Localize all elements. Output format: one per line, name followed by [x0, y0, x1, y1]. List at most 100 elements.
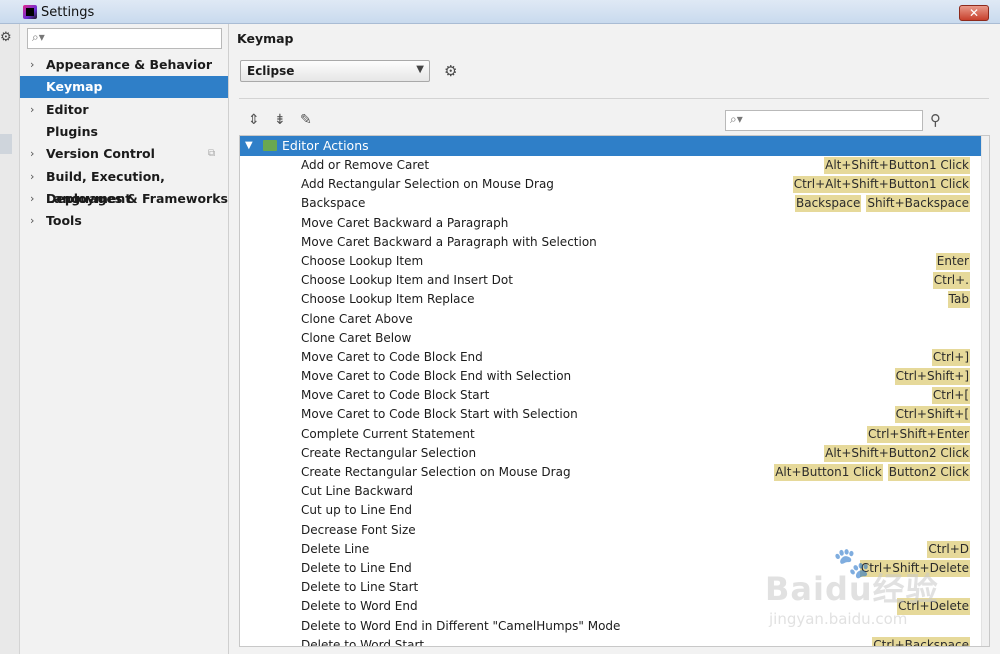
action-name: Complete Current Statement	[301, 426, 475, 441]
expand-all-icon[interactable]: ⇕	[248, 112, 260, 128]
tree-group-label: Editor Actions	[282, 138, 369, 153]
sidebar-item-version-control[interactable]: › Version Control ⧉	[20, 143, 228, 165]
action-name: Clone Caret Above	[301, 311, 413, 326]
action-name: Delete to Word End	[301, 599, 418, 614]
edit-pencil-icon[interactable]: ✎	[300, 112, 312, 128]
shortcut-list: Ctrl+[	[931, 387, 970, 405]
shortcut-badge: Ctrl+.	[932, 272, 970, 290]
action-name: Move Caret Backward a Paragraph	[301, 215, 509, 230]
find-by-shortcut-icon[interactable]: ⚲	[930, 111, 941, 129]
action-name: Delete to Word End in Different "CamelHu…	[301, 618, 621, 633]
action-name: Create Rectangular Selection on Mouse Dr…	[301, 465, 571, 479]
shortcut-list: Ctrl+Shift+Enter	[867, 425, 970, 443]
action-row[interactable]: Choose Lookup Item Enter	[240, 252, 981, 271]
search-icon: ⌕▾	[730, 112, 743, 126]
action-name: Move Caret to Code Block End	[301, 349, 483, 364]
settings-search-input[interactable]: ⌕▾	[27, 28, 222, 49]
shortcut-badge: Tab	[947, 291, 970, 309]
background-selection	[0, 134, 12, 154]
window-title: Settings	[41, 5, 95, 20]
shortcut-list: Alt+Shift+Button2 Click	[824, 444, 970, 462]
shortcut-badge: Ctrl+Shift+[	[894, 406, 970, 424]
shortcut-badge: Alt+Shift+Button2 Click	[824, 444, 970, 462]
action-name: Cut Line Backward	[301, 484, 413, 499]
action-row[interactable]: Cut Line Backward	[240, 482, 981, 501]
action-row[interactable]: Create Rectangular Selection on Mouse Dr…	[240, 463, 981, 482]
action-row[interactable]: Add Rectangular Selection on Mouse Drag C…	[240, 175, 981, 194]
action-row[interactable]: Create Rectangular Selection Alt+Shift+Bu…	[240, 444, 981, 463]
sidebar-item-label: Plugins	[46, 123, 98, 139]
action-row[interactable]: Cut up to Line End	[240, 501, 981, 520]
action-row[interactable]: Move Caret Backward a Paragraph	[240, 214, 981, 233]
collapse-all-icon[interactable]: ⇟	[274, 112, 286, 128]
shortcut-badge: Alt+Shift+Button1 Click	[824, 157, 970, 174]
sidebar-item-label: Tools	[46, 213, 82, 229]
action-row[interactable]: Delete to Word Start Ctrl+Backspace	[240, 636, 981, 646]
scheme-settings-gear-icon[interactable]: ⚙	[444, 62, 457, 80]
action-row[interactable]: Decrease Font Size	[240, 521, 981, 540]
shortcut-badge: Ctrl+Shift+Enter	[867, 425, 970, 443]
sidebar-item-build-execution-deployment[interactable]: › Build, Execution, Deployment	[20, 166, 228, 206]
action-row[interactable]: Move Caret to Code Block End Ctrl+]	[240, 348, 981, 367]
sidebar-item-languages-frameworks[interactable]: › Languages & Frameworks	[20, 188, 228, 210]
shortcut-list: Ctrl+Shift+[	[894, 406, 970, 424]
action-row[interactable]: Move Caret to Code Block Start Ctrl+[	[240, 386, 981, 405]
action-name: Create Rectangular Selection	[301, 445, 477, 460]
sidebar-item-label: Editor	[46, 101, 89, 117]
action-row[interactable]: Choose Lookup Item and Insert Dot Ctrl+.	[240, 271, 981, 290]
shortcut-badge: Ctrl+Alt+Shift+Button1 Click	[792, 176, 970, 194]
action-name: Delete to Line End	[301, 560, 412, 575]
action-name: Choose Lookup Item	[301, 253, 424, 268]
action-row[interactable]: Move Caret Backward a Paragraph with Sel…	[240, 233, 981, 252]
action-name: Choose Lookup Item Replace	[301, 292, 475, 307]
action-row[interactable]: Clone Caret Below	[240, 329, 981, 348]
title-bar: Settings ✕	[0, 0, 1000, 24]
close-button[interactable]: ✕	[959, 5, 989, 21]
watermark-sub: jingyan.baidu.com	[769, 610, 908, 628]
tree-group-editor-actions[interactable]: ▼ Editor Actions	[240, 136, 981, 156]
shortcut-badge: Enter	[935, 252, 970, 270]
action-name: Choose Lookup Item and Insert Dot	[301, 273, 513, 288]
chevron-right-icon[interactable]: ›	[30, 188, 34, 210]
chevron-down-icon[interactable]: ▼	[245, 136, 253, 156]
action-row[interactable]: Clone Caret Above	[240, 310, 981, 329]
chevron-right-icon[interactable]: ›	[30, 166, 34, 188]
sidebar-item-editor[interactable]: › Editor	[20, 99, 228, 121]
chevron-right-icon[interactable]: ›	[30, 54, 34, 76]
shortcut-badge: Alt+Button1 Click	[774, 464, 883, 481]
sidebar-item-label: Appearance & Behavior	[46, 57, 212, 72]
chevron-right-icon[interactable]: ›	[30, 210, 34, 232]
gear-icon: ⚙	[0, 30, 12, 45]
action-row[interactable]: Choose Lookup Item Replace Tab	[240, 290, 981, 309]
shortcut-badge: Button2 Click	[887, 464, 970, 481]
settings-sidebar: ⌕▾ › Appearance & Behavior Keymap › Editor Pl…	[20, 24, 229, 654]
action-name: Backspace	[301, 196, 366, 211]
sidebar-item-plugins[interactable]: Plugins	[20, 121, 228, 143]
shortcut-badge: Ctrl+]	[931, 348, 970, 366]
chevron-down-icon: ▼	[416, 64, 424, 75]
action-name: Move Caret to Code Block Start	[301, 388, 490, 403]
project-level-icon: ⧉	[208, 148, 216, 160]
action-row[interactable]: Move Caret to Code Block End with Select…	[240, 367, 981, 386]
sidebar-item-tools[interactable]: › Tools	[20, 210, 228, 232]
shortcut-list: Tab	[947, 291, 970, 309]
action-row[interactable]: Add or Remove Caret Alt+Shift+Button1 Cli…	[240, 156, 981, 175]
shortcut-list: Ctrl+Shift+]	[894, 368, 970, 386]
background-window-strip: ⚙	[0, 24, 20, 654]
chevron-right-icon[interactable]: ›	[30, 99, 34, 121]
chevron-right-icon[interactable]: ›	[30, 143, 34, 165]
search-icon: ⌕▾	[32, 30, 45, 44]
action-row[interactable]: Complete Current Statement Ctrl+Shift+Ent…	[240, 425, 981, 444]
action-row[interactable]: Backspace Backspace Shift+Backspace	[240, 194, 981, 213]
page-title: Keymap	[237, 31, 294, 46]
action-name: Decrease Font Size	[301, 522, 416, 537]
keymap-scheme-value: Eclipse	[247, 64, 295, 78]
sidebar-item-keymap[interactable]: Keymap	[20, 76, 228, 99]
sidebar-item-appearance-behavior[interactable]: › Appearance & Behavior	[20, 54, 228, 76]
action-search-input[interactable]: ⌕▾	[725, 110, 923, 131]
action-name: Delete Line	[301, 541, 370, 556]
shortcut-list: Ctrl+Backspace	[872, 636, 970, 646]
keymap-scheme-select[interactable]: Eclipse ▼	[240, 60, 430, 82]
shortcut-list: Alt+Shift+Button1 Click	[824, 157, 970, 174]
action-row[interactable]: Move Caret to Code Block Start with Sele…	[240, 405, 981, 424]
